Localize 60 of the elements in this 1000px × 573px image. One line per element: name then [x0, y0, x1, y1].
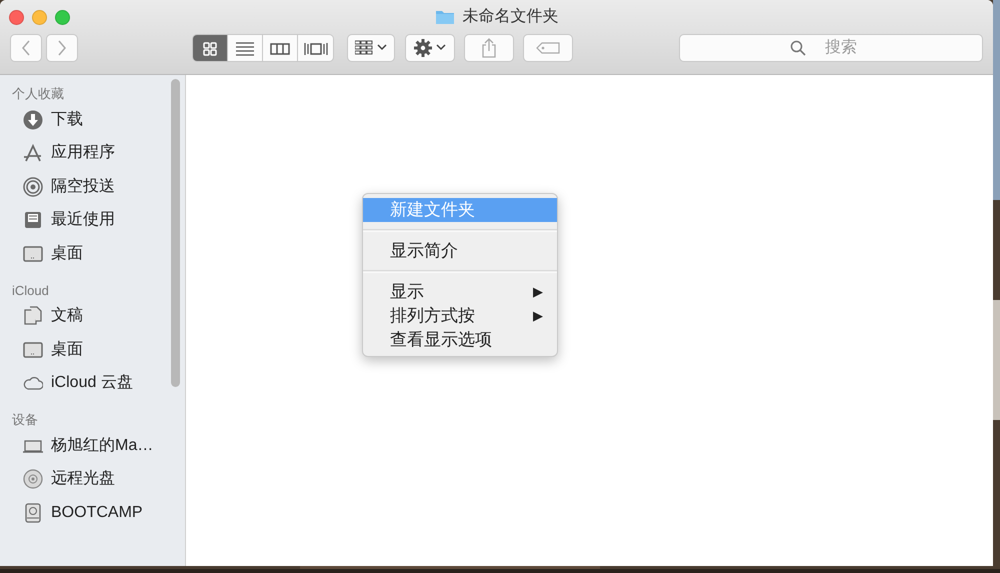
sidebar-item[interactable]: 最近使用 [0, 204, 185, 237]
scrollbar[interactable] [171, 79, 180, 387]
desktop-icon [23, 340, 43, 360]
forward-icon [57, 40, 67, 56]
documents-icon [23, 306, 43, 326]
sidebar-item[interactable]: 桌面 [0, 333, 185, 366]
app-store-icon [23, 143, 43, 164]
gallery-view-icon [304, 41, 328, 57]
sidebar-item[interactable]: 文稿 [0, 300, 185, 333]
column-view-icon [270, 41, 290, 57]
disc-icon [23, 469, 43, 490]
gear-icon [414, 39, 432, 57]
menu-item[interactable]: 排列方式按 ▶ [363, 304, 557, 328]
section-header: 个人收藏 [11, 85, 65, 103]
folder-icon [434, 9, 454, 25]
desktop-icon [23, 244, 43, 264]
sidebar-item[interactable]: 杨旭红的Ma… [0, 429, 185, 462]
sidebar-item[interactable]: BOOTCAMP [0, 496, 185, 530]
minimize-button[interactable] [32, 10, 47, 25]
share-button[interactable] [464, 34, 514, 62]
sidebar-item[interactable]: 远程光盘 [0, 462, 185, 496]
view-mode-tab[interactable] [298, 35, 333, 61]
section-header: iCloud [11, 282, 50, 300]
menu-item[interactable]: 查看显示选项 [363, 328, 557, 352]
share-icon [481, 38, 497, 58]
view-mode-tab[interactable] [193, 35, 228, 61]
back-icon [21, 40, 31, 56]
view-mode-tab[interactable] [228, 35, 263, 61]
back-button[interactable] [10, 34, 42, 62]
grid-view-icon [202, 41, 218, 57]
arrange-icon [355, 40, 373, 56]
download-icon [23, 110, 43, 130]
sidebar-item[interactable]: 隔空投送 [0, 170, 185, 204]
search-icon [790, 40, 806, 56]
close-button[interactable] [9, 10, 24, 25]
window-title: 未命名文件夹 [462, 6, 558, 27]
tag-button[interactable] [523, 34, 573, 62]
view-switcher[interactable] [192, 34, 334, 62]
airdrop-icon [23, 176, 43, 197]
sidebar-item[interactable]: 应用程序 [0, 136, 185, 170]
sidebar-item[interactable]: 桌面 [0, 237, 185, 270]
sidebar-item[interactable]: 下载 [0, 103, 185, 136]
list-view-icon [236, 41, 254, 57]
menu-item[interactable]: 显示简介 [363, 239, 557, 263]
submenu-arrow: ▶ [533, 283, 543, 301]
submenu-arrow: ▶ [533, 307, 543, 325]
menu-item[interactable]: 显示 ▶ [363, 280, 557, 304]
arrange-button[interactable] [347, 34, 395, 62]
caret-icon [377, 44, 387, 52]
forward-button[interactable] [46, 34, 78, 62]
caret-icon [436, 44, 446, 52]
section-header: 设备 [11, 411, 39, 429]
zoom-button[interactable] [55, 10, 70, 25]
action-button[interactable] [405, 34, 455, 62]
tag-icon [536, 42, 560, 54]
sidebar-item[interactable]: iCloud 云盘 [0, 366, 185, 400]
inbox-icon [23, 210, 43, 230]
view-mode-tab[interactable] [263, 35, 298, 61]
hard-drive-icon [23, 502, 43, 523]
search-field[interactable]: 搜索 [679, 34, 983, 62]
